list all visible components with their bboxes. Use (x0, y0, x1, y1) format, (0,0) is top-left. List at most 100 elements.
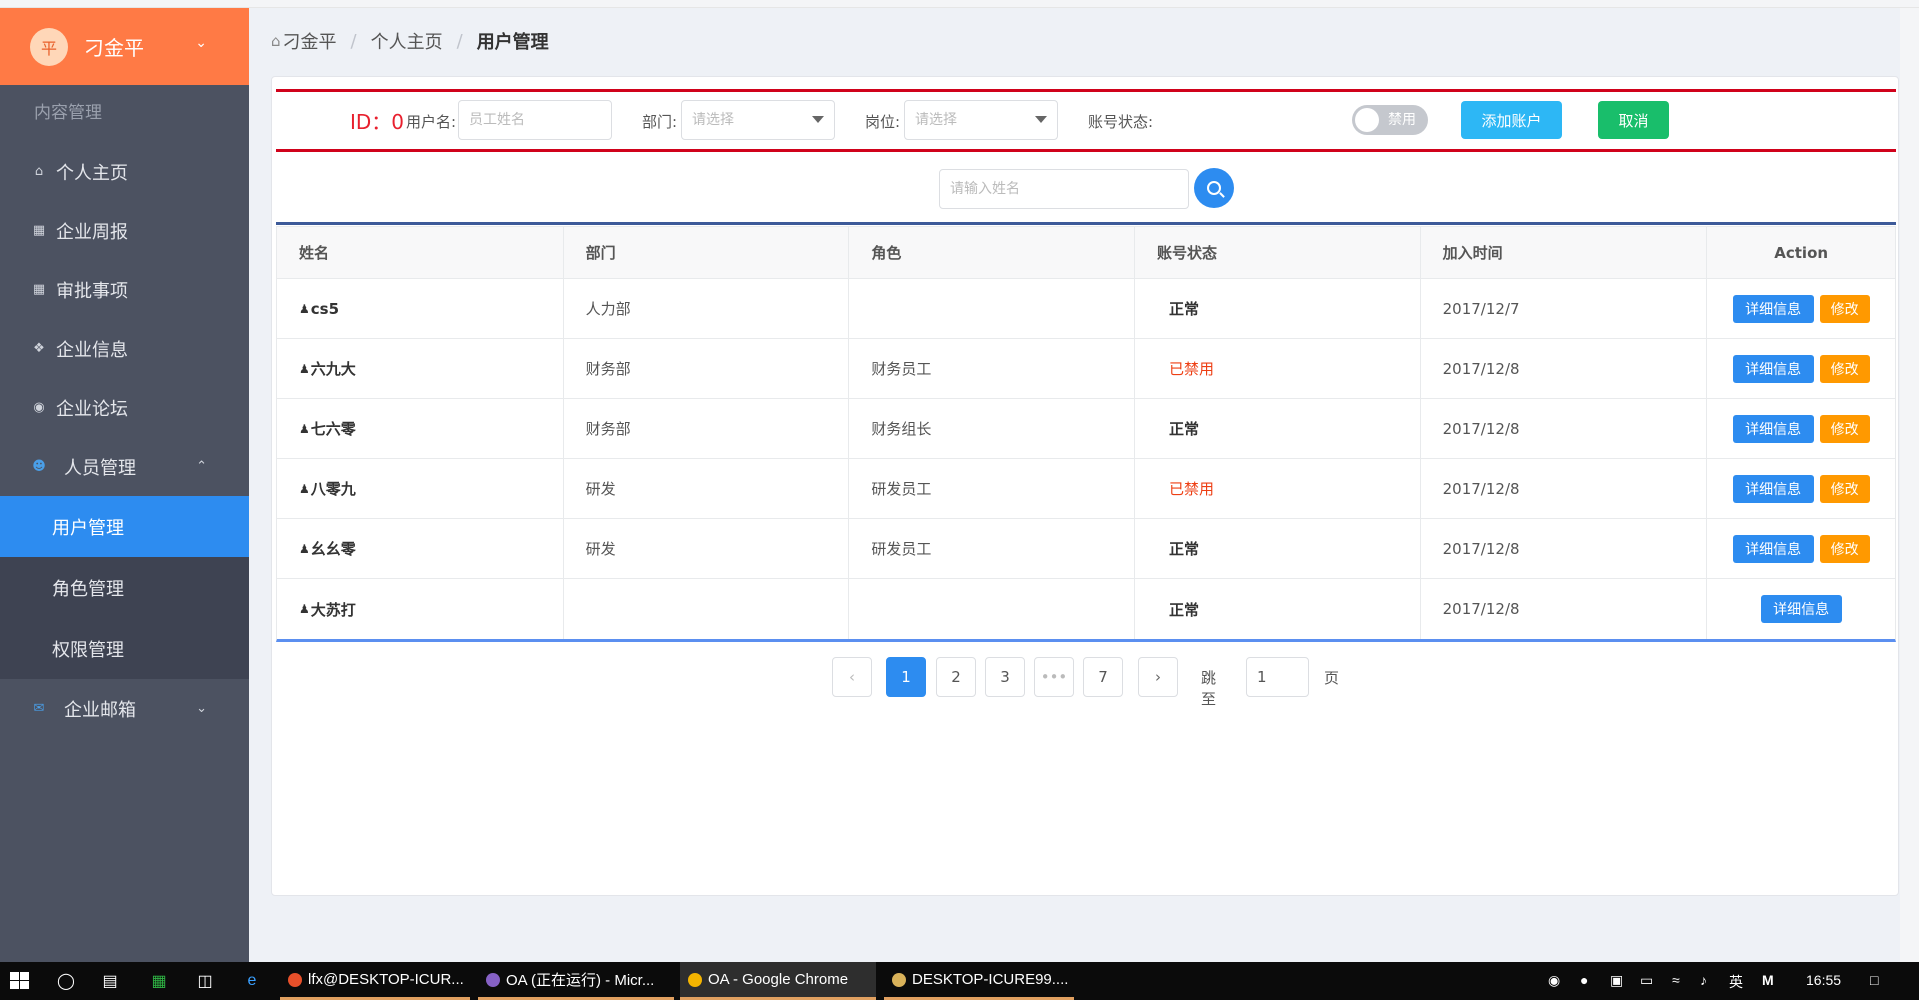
sidebar-item-user-management[interactable]: 用户管理 (0, 496, 249, 557)
taskbar-task-visual-studio[interactable]: OA (正在运行) - Micr... (478, 962, 674, 1000)
battery-icon[interactable]: ▭ (1640, 972, 1653, 989)
action-cell: 详细信息 修改 (1707, 339, 1895, 398)
detail-button[interactable]: 详细信息 (1732, 294, 1814, 323)
home-icon: ⌂ (271, 32, 281, 50)
joined-cell: 2017/12/7 (1421, 279, 1708, 338)
user-menu[interactable]: 平 刁金平 ⌄ (0, 8, 249, 85)
taskbar-task-remote-desktop[interactable]: DESKTOP-ICURE99.... (884, 962, 1074, 1000)
sidebar-item-permission-management[interactable]: 权限管理 (0, 618, 249, 679)
detail-button[interactable]: 详细信息 (1732, 414, 1814, 443)
sidebar-item-role-management[interactable]: 角色管理 (0, 557, 249, 618)
account-status-toggle[interactable]: 禁用 (1352, 105, 1428, 135)
column-header: Action (1774, 243, 1829, 262)
table-row: ♟ 六九大 财务部 财务员工 已禁用 2017/12/8 详细信息 修改 (277, 339, 1895, 399)
document-icon: ▦ (32, 281, 46, 297)
sidebar-item-company-info[interactable]: ❖ 企业信息 (0, 319, 249, 378)
add-account-button[interactable]: 添加账户 (1461, 101, 1562, 139)
toggle-text: 禁用 (1388, 112, 1416, 128)
sidebar-group-mail[interactable]: ✉ 企业邮箱 ⌄ (0, 679, 249, 738)
taskbar-task-terminal[interactable]: lfx@DESKTOP-ICUR... (280, 962, 470, 1000)
username-label: 用户名: (406, 113, 457, 131)
detail-button[interactable]: 详细信息 (1760, 595, 1842, 623)
sidebar-item-forum[interactable]: ◉ 企业论坛 (0, 378, 249, 437)
sidebar-group-personnel[interactable]: ☻ 人员管理 ⌃ (0, 437, 249, 496)
clock[interactable]: 16:55 (1806, 972, 1841, 988)
notification-icon[interactable]: □ (1870, 972, 1878, 988)
edit-button[interactable]: 修改 (1819, 354, 1870, 383)
page-button[interactable]: 7 (1083, 657, 1123, 697)
windows-start-icon[interactable] (10, 972, 30, 990)
user-name: 八零九 (310, 480, 356, 498)
page-button[interactable]: 3 (985, 657, 1025, 697)
edit-button[interactable]: 修改 (1819, 534, 1870, 563)
next-page-button[interactable]: › (1138, 657, 1178, 697)
network-tray-icon[interactable]: ◉ (1548, 972, 1560, 989)
breadcrumb-home[interactable]: 刁金平 (283, 28, 337, 54)
people-icon: ☻ (32, 458, 46, 474)
department-select[interactable]: 请选择 (681, 100, 835, 140)
sidebar-item-approvals[interactable]: ▦ 审批事项 (0, 260, 249, 319)
excel-icon[interactable]: ▦ (148, 970, 170, 992)
person-icon: ♟ (299, 602, 310, 616)
sidebar-item-home[interactable]: ⌂ 个人主页 (0, 142, 249, 201)
chevron-down-icon: ⌄ (195, 35, 207, 51)
taskbar-task-chrome[interactable]: OA - Google Chrome (680, 962, 876, 1000)
sidebar-item-weekly-report[interactable]: ▦ 企业周报 (0, 201, 249, 260)
search-button[interactable] (1194, 168, 1234, 208)
jump-label: 跳至 (1201, 669, 1217, 708)
toggle-knob (1355, 108, 1379, 132)
sidebar-group-label: 人员管理 (64, 457, 136, 479)
department-label: 部门: (642, 113, 678, 131)
action-cell: 详细信息 修改 (1707, 519, 1895, 578)
qq-tray-icon[interactable]: ● (1580, 972, 1588, 988)
ime-mode[interactable]: M (1762, 972, 1774, 988)
cancel-button[interactable]: 取消 (1598, 101, 1669, 139)
breadcrumb-level1[interactable]: 个人主页 (371, 28, 443, 54)
search-circle-icon[interactable]: ◯ (55, 970, 77, 992)
ellipsis-button[interactable]: ••• (1034, 657, 1074, 697)
task-view-icon[interactable]: ▤ (99, 970, 121, 992)
role-cell: 财务组长 (849, 399, 1135, 458)
detail-button[interactable]: 详细信息 (1732, 534, 1814, 563)
user-name: 六九大 (310, 360, 356, 378)
column-header: 角色 (849, 227, 1135, 278)
table-row: ♟ 八零九 研发 研发员工 已禁用 2017/12/8 详细信息 修改 (277, 459, 1895, 519)
document-icon: ▦ (32, 222, 46, 238)
detail-button[interactable]: 详细信息 (1732, 354, 1814, 383)
status-cell: 已禁用 (1135, 459, 1421, 518)
search-input[interactable]: 请输入姓名 (939, 169, 1189, 209)
store-icon[interactable]: ◫ (194, 970, 216, 992)
joined-cell: 2017/12/8 (1421, 339, 1708, 398)
edge-icon[interactable]: e (241, 970, 263, 992)
name-cell: ♟ 幺幺零 (277, 519, 564, 578)
jump-page-input[interactable]: 1 (1246, 657, 1309, 697)
filter-bar: ID：0 用户名: 员工姓名 部门: 请选择 岗位: 请选择 账号状态: 禁用 … (276, 89, 1896, 152)
edit-button[interactable]: 修改 (1819, 414, 1870, 443)
page-button[interactable]: 1 (886, 657, 926, 697)
column-header: 加入时间 (1421, 227, 1708, 278)
top-strip (0, 0, 1919, 8)
forum-icon: ◉ (33, 399, 45, 415)
edit-button[interactable]: 修改 (1819, 294, 1870, 323)
role-cell (849, 579, 1135, 639)
person-icon: ♟ (299, 361, 310, 376)
username-input[interactable]: 员工姓名 (458, 100, 612, 140)
wifi-icon[interactable]: ≈ (1672, 972, 1680, 988)
page-button[interactable]: 2 (936, 657, 976, 697)
status-badge: 正常 (1168, 600, 1199, 619)
avatar: 平 (30, 27, 68, 66)
prev-page-button[interactable]: ‹ (832, 657, 872, 697)
volume-icon[interactable]: ♪ (1700, 972, 1707, 988)
main-card: ID：0 用户名: 员工姓名 部门: 请选择 岗位: 请选择 账号状态: 禁用 … (271, 76, 1899, 896)
department-cell: 研发 (564, 519, 850, 578)
action-cell: 详细信息 修改 (1707, 279, 1895, 338)
security-tray-icon[interactable]: ▣ (1610, 972, 1623, 989)
edit-button[interactable]: 修改 (1819, 474, 1870, 503)
role-cell: 研发员工 (849, 519, 1135, 578)
chevron-down-icon: ⌄ (196, 701, 207, 716)
detail-button[interactable]: 详细信息 (1732, 474, 1814, 503)
ime-language[interactable]: 英 (1729, 972, 1743, 992)
post-label: 岗位: (865, 113, 901, 131)
post-select[interactable]: 请选择 (904, 100, 1058, 140)
department-cell: 人力部 (564, 279, 850, 338)
